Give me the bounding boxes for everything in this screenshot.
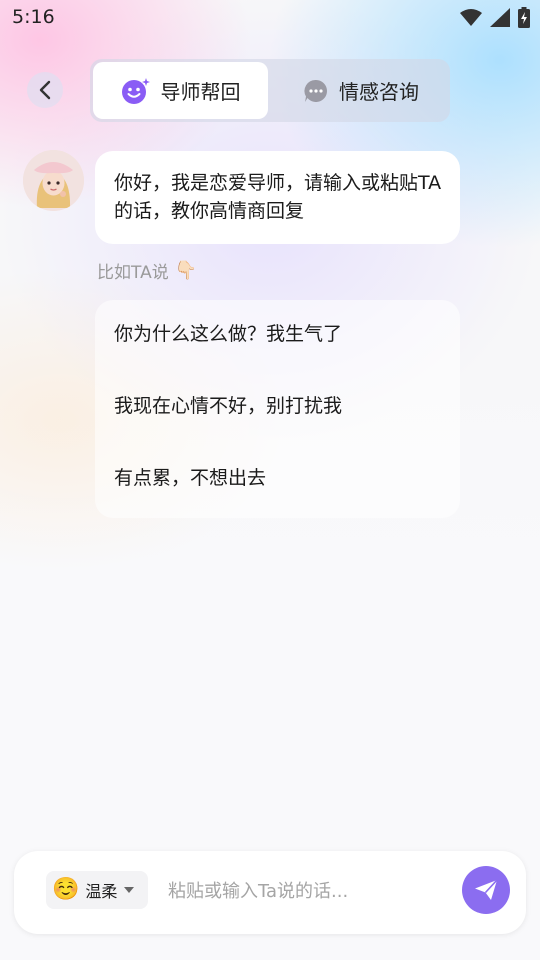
status-icons [460,7,530,28]
wifi-icon [460,8,482,26]
pointing-down-icon: 👇🏻 [174,260,198,281]
mode-tabs: 导师帮回 情感咨询 [90,59,450,122]
smiley-sparkle-icon [121,77,150,104]
message-input[interactable] [168,873,448,909]
mentor-avatar [23,150,84,211]
intro-message-bubble: 你好，我是恋爱导师，请输入或粘贴TA的话，教你高情商回复 [95,151,460,244]
smiling-face-icon: ☺️ [52,877,80,902]
signal-icon [490,8,510,27]
chevron-left-icon [39,80,51,100]
chat-bubble-icon [304,79,327,102]
tone-label: 温柔 [85,882,118,901]
example-hint-label: 比如TA说 [97,263,169,283]
status-time: 5:16 [12,6,55,28]
example-item[interactable]: 我现在心情不好，别打扰我 [114,392,342,420]
back-button[interactable] [27,72,63,108]
tab-mentor-reply[interactable]: 导师帮回 [93,62,268,119]
caret-down-icon [124,887,135,893]
tab-mentor-reply-label: 导师帮回 [160,80,241,104]
example-hint: 比如TA说 👇🏻 [97,258,197,283]
tab-emotional-consulting[interactable]: 情感咨询 [275,62,447,119]
example-list: 你为什么这么做？我生气了 我现在心情不好，别打扰我 有点累，不想出去 [95,300,460,518]
send-button[interactable] [462,866,510,914]
example-item[interactable]: 你为什么这么做？我生气了 [114,320,342,348]
tone-selector[interactable]: ☺️ 温柔 [46,871,148,909]
battery-charging-icon [518,7,530,28]
tab-emotional-consulting-label: 情感咨询 [339,80,419,104]
input-bar: ☺️ 温柔 [14,851,526,934]
example-item[interactable]: 有点累，不想出去 [114,464,266,492]
paper-plane-icon [475,879,498,900]
